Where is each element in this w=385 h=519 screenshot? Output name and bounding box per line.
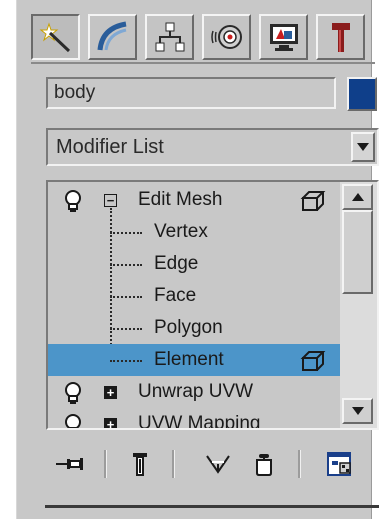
expand-icon[interactable]: + [104,386,117,399]
configure-modifier-sets-button[interactable] [322,448,358,480]
panel-bottom-border [45,505,379,508]
hierarchy-icon [155,22,184,52]
scroll-thumb[interactable] [342,210,373,294]
tab-motion[interactable] [202,14,251,60]
sub-object-cube-icon [300,191,326,211]
pin-stack-icon [56,458,83,470]
remove-modifier-icon [256,454,272,476]
toolbar-separator [172,450,175,478]
tab-utilities[interactable] [316,14,365,60]
stack-item-unwrap-uvw[interactable]: + Unwrap UVW [48,376,340,408]
tree-branch [110,264,142,266]
create-icon [39,22,70,53]
tab-modify[interactable] [88,14,137,60]
modify-icon [97,21,127,51]
collapse-icon[interactable]: − [104,194,117,207]
arrow-down-icon [351,407,364,415]
tree-branch [110,296,142,298]
show-end-result-button[interactable] [122,448,158,480]
modifier-list-dropdown[interactable]: Modifier List [46,128,379,166]
tab-create[interactable] [31,14,80,60]
stack-item-label: UVW Mapping [138,413,261,428]
arrow-up-icon [351,193,364,201]
tree-branch [110,328,142,330]
stack-item-vertex[interactable]: Vertex [48,216,340,248]
lightbulb-icon[interactable] [64,190,82,212]
configure-modifier-sets-icon [327,452,351,476]
dropdown-arrow-button[interactable] [351,132,375,162]
toolbar-separator [104,450,107,478]
remove-modifier-button[interactable] [246,448,282,480]
make-unique-icon [206,455,230,474]
modifier-list-label: Modifier List [56,136,164,158]
object-color-swatch[interactable] [347,77,377,111]
stack-item-label: Edit Mesh [138,189,223,210]
lightbulb-icon[interactable] [64,382,82,404]
stack-item-polygon[interactable]: Polygon [48,312,340,344]
stack-item-label: Vertex [154,221,208,242]
modifier-stack-rows: − Edit Mesh Vertex Edge Face Polygon Ele… [48,182,340,428]
show-end-result-icon [133,453,147,476]
tree-branch [110,360,142,362]
stack-item-label: Polygon [154,317,223,338]
object-name-field[interactable] [46,77,336,109]
tree-branch [110,232,142,234]
stack-item-edit-mesh[interactable]: − Edit Mesh [48,184,340,216]
display-icon [269,24,298,51]
stack-item-element[interactable]: Element [48,344,340,376]
stack-item-label: Element [154,349,224,370]
stack-item-label: Edge [154,253,199,274]
tab-display[interactable] [259,14,308,60]
lightbulb-icon[interactable] [64,414,82,428]
utilities-icon [331,23,350,52]
toolbar-separator [298,450,301,478]
scroll-down-button[interactable] [342,398,373,424]
stack-item-uvw-mapping[interactable]: + UVW Mapping [48,408,340,428]
command-panel: Modifier List − Edit Mesh [16,0,379,519]
stack-toolbar [46,444,379,484]
tab-hierarchy[interactable] [145,14,194,60]
motion-icon [210,25,242,49]
expand-icon[interactable]: + [104,418,117,428]
chevron-down-icon [357,143,369,151]
stack-item-label: Face [154,285,197,306]
make-unique-button[interactable] [200,448,236,480]
tab-divider [31,62,375,64]
modifier-stack: − Edit Mesh Vertex Edge Face Polygon Ele… [46,180,379,430]
command-panel-tabs [31,14,375,60]
stack-scrollbar[interactable] [340,182,377,428]
scroll-up-button[interactable] [342,184,373,210]
pin-stack-button[interactable] [52,448,88,480]
stack-item-edge[interactable]: Edge [48,248,340,280]
sub-object-cube-icon [300,351,326,371]
stack-item-label: Unwrap UVW [138,381,254,402]
stack-item-face[interactable]: Face [48,280,340,312]
